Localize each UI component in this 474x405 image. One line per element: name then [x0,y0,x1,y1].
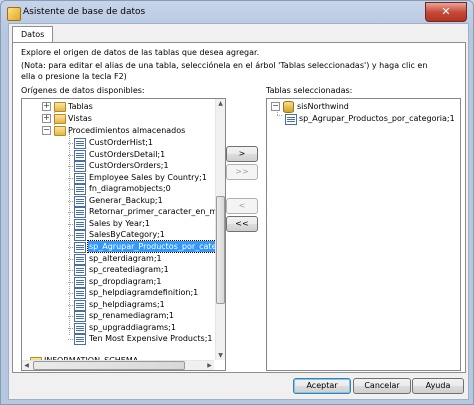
window-title: Asistente de base de datos [23,7,146,17]
stored-procedure-icon [74,218,86,230]
stored-procedure-icon [74,334,86,346]
help-button[interactable]: Ayuda [412,378,464,394]
available-sources-label: Orígenes de datos disponibles: [21,86,145,95]
wizard-window: Asistente de base de datos ✕ Datos Explo… [0,0,474,405]
stored-procedure-icon [74,253,86,265]
tree-item-label: Tablas [68,102,93,111]
collapse-icon[interactable]: − [271,102,280,111]
stored-procedure-icon [74,276,86,288]
scroll-left-arrow-icon[interactable]: ◀ [22,361,31,370]
expand-icon[interactable]: + [42,114,51,123]
selected-tables-tree[interactable]: − sisNorthwind sp_Agrupar_Productos_por_… [266,98,461,371]
hscroll-thumb[interactable] [33,361,185,370]
tree-item-label: Vistas [68,114,92,123]
stored-procedure-icon [74,299,86,311]
stored-procedure-icon [74,322,86,334]
stored-procedure-icon [74,184,86,196]
stored-procedure-icon [74,195,86,207]
selected-tables-label: Tablas seleccionadas: [266,86,353,95]
folder-icon [54,114,66,124]
add-button[interactable]: > [226,146,258,162]
procedure-label: sp_upgraddiagrams;1 [89,322,176,332]
folder-icon [54,126,66,136]
selected-table-label: sp_Agrupar_Productos_por_categoria;1 [299,114,455,123]
stored-procedure-icon [285,114,297,125]
left-vertical-scrollbar[interactable]: ▲ ▼ [215,99,225,360]
procedure-label: sp_helpdiagramdefinition;1 [89,288,199,298]
tree-item[interactable]: + Tablas [42,101,212,112]
tree-item-label: Procedimientos almacenados [68,126,186,135]
instruction-line-3: ella o presione la tecla F2) [21,72,127,81]
stored-procedure-icon [74,149,86,161]
selected-root-label: sisNorthwind [297,102,349,111]
procedure-label: SalesByCategory;1 [89,230,165,240]
left-horizontal-scrollbar[interactable]: ◀ ▶ [22,360,214,370]
procedure-label: Employee Sales by Country;1 [89,172,207,182]
procedure-label: Generar_Backup;1 [89,195,163,205]
stored-procedure-icon [74,172,86,184]
procedure-label: CustOrdersOrders;1 [89,161,169,171]
procedure-label: Ten Most Expensive Products;1 [89,334,213,344]
stored-procedure-icon [74,265,86,277]
instruction-line-1: Explore el origen de datos de las tablas… [21,48,260,57]
scroll-up-arrow-icon[interactable]: ▲ [216,99,225,108]
procedure-label: Sales by Year;1 [89,218,150,228]
scroll-right-arrow-icon[interactable]: ▶ [205,361,214,370]
tab-panel: Explore el origen de datos de las tablas… [12,42,466,373]
expand-icon[interactable]: + [42,102,51,111]
app-icon [7,7,21,21]
stored-procedure-icon [74,241,86,253]
dialog-client-area: Datos Explore el origen de datos de las … [8,23,469,400]
ok-button[interactable]: Aceptar [293,378,351,394]
procedure-label: sp_renamediagram;1 [89,311,175,321]
procedure-label: sp_alterdiagram;1 [89,253,162,263]
procedure-label: CustOrdersDetail;1 [89,149,166,159]
stored-procedure-icon [74,311,86,323]
stored-procedure-icon [74,230,86,242]
tab-datos[interactable]: Datos [12,26,54,43]
tree-item[interactable]: + Vistas [42,113,212,124]
stored-procedure-icon [74,288,86,300]
scroll-thumb[interactable] [216,196,225,304]
stored-procedure-icon [74,161,86,173]
stored-procedure-icon [74,207,86,219]
available-sources-tree[interactable]: + Tablas + Vistas − Procedimientos almacenado… [21,98,226,371]
procedure-label: sp_dropdiagram;1 [89,276,162,286]
stored-procedure-icon [74,138,86,149]
procedure-label: sp_Agrupar_Productos_por_categoria;1 [87,239,225,253]
procedure-label: sp_helpdiagrams;1 [89,299,165,309]
database-icon [283,101,294,113]
procedure-label: CustOrderHist;1 [89,138,154,147]
instruction-line-2: (Nota: para editar el alias de una tabla… [21,61,428,70]
procedure-label: fn_diagramobjects;0 [89,184,171,194]
tree-item[interactable]: − Procedimientos almacenados [42,125,212,136]
folder-icon [54,102,66,112]
remove-button[interactable]: < [226,198,258,214]
scroll-down-arrow-icon[interactable]: ▼ [216,351,225,360]
add-all-button[interactable]: >> [226,164,258,180]
remove-all-button[interactable]: << [226,216,258,232]
procedure-label: sp_creatediagram;1 [89,265,169,275]
procedure-label: Retornar_primer_caracter_en_mayuscula [89,207,225,217]
close-button[interactable]: ✕ [425,2,467,22]
cancel-button[interactable]: Cancelar [353,378,411,394]
collapse-icon[interactable]: − [42,126,51,135]
